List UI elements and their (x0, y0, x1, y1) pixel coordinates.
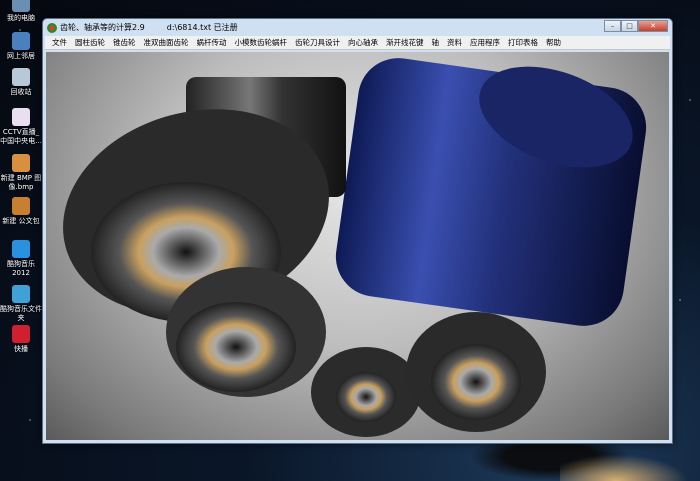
desktop-icon-label: 酷狗音乐文件夹 (0, 305, 42, 322)
app-window: 齿轮、轴承等的计算2.9 d:\6814.txt 已注册 – □ ✕ 文件 圆柱齿… (42, 18, 673, 444)
desktop-icon-image (12, 285, 30, 303)
desktop-icon-label: 新建 BMP 图像.bmp (0, 174, 42, 191)
desktop-icon-image (12, 68, 30, 86)
title-bar[interactable]: 齿轮、轴承等的计算2.9 d:\6814.txt 已注册 – □ ✕ (43, 19, 672, 36)
menu-item[interactable]: 蜗杆传动 (193, 37, 231, 48)
desktop-icon-label: 新建 公文包 (2, 217, 40, 225)
desktop-icon-image (12, 32, 30, 50)
menu-item[interactable]: 应用程序 (466, 37, 504, 48)
desktop-icon-image (12, 108, 30, 126)
desktop-icon-image (12, 197, 30, 215)
desktop-icon-label: 我的电脑 (7, 14, 35, 22)
gear-render-image (63, 58, 647, 437)
menu-item[interactable]: 圆柱齿轮 (71, 37, 109, 48)
desktop-icon[interactable]: 快播 (0, 325, 42, 354)
minimize-button[interactable]: – (604, 20, 621, 32)
menu-bar: 文件 圆柱齿轮 锥齿轮 准双曲面齿轮 蜗杆传动 小模数齿轮蜗杆 齿轮刀具设计 向心轴承 渐开线花… (45, 36, 670, 50)
window-title: 齿轮、轴承等的计算2.9 (60, 23, 145, 32)
close-button[interactable]: ✕ (638, 20, 668, 32)
menu-item[interactable]: 轴 (428, 37, 444, 48)
wallpaper-sunset (560, 450, 700, 481)
desktop-icon-image (12, 154, 30, 172)
menu-item[interactable]: 渐开线花键 (382, 37, 428, 48)
desktop-icon[interactable]: 酷狗音乐2012 (0, 240, 42, 278)
desktop-icon[interactable]: 网上邻居 (0, 32, 42, 61)
splash-image (46, 52, 669, 440)
app-logo-icon (47, 22, 57, 33)
desktop-icon[interactable]: 我的电脑 (0, 0, 42, 23)
desktop-icon-image (12, 325, 30, 343)
menu-item[interactable]: 帮助 (542, 37, 565, 48)
menu-item[interactable]: 齿轮刀具设计 (291, 37, 344, 48)
maximize-button[interactable]: □ (621, 20, 638, 32)
menu-item[interactable]: 准双曲面齿轮 (140, 37, 193, 48)
desktop-icon-label: 网上邻居 (7, 52, 35, 60)
menu-item[interactable]: 小模数齿轮蜗杆 (231, 37, 292, 48)
menu-item[interactable]: 文件 (48, 37, 71, 48)
desktop-icon[interactable]: 回收站 (0, 68, 42, 97)
menu-item[interactable]: 资料 (443, 37, 466, 48)
desktop-icon-image (12, 240, 30, 258)
desktop-icon-label: CCTV直播_中国中央电... (0, 128, 42, 145)
menu-item[interactable]: 打印表格 (504, 37, 542, 48)
menu-item[interactable]: 锥齿轮 (109, 37, 140, 48)
desktop-icon[interactable]: 新建 公文包 (0, 197, 42, 226)
menu-item[interactable]: 向心轴承 (344, 37, 382, 48)
desktop-icon-image (12, 0, 30, 12)
desktop-icon[interactable]: CCTV直播_中国中央电... (0, 108, 42, 146)
file-status: d:\6814.txt 已注册 (166, 23, 238, 32)
desktop-icon[interactable]: 新建 BMP 图像.bmp (0, 154, 42, 192)
desktop-icon-label: 酷狗音乐2012 (7, 260, 35, 277)
desktop-icon[interactable]: 酷狗音乐文件夹 (0, 285, 42, 323)
desktop-icon-label: 回收站 (10, 88, 32, 96)
desktop-icon-label: 快播 (14, 345, 28, 353)
